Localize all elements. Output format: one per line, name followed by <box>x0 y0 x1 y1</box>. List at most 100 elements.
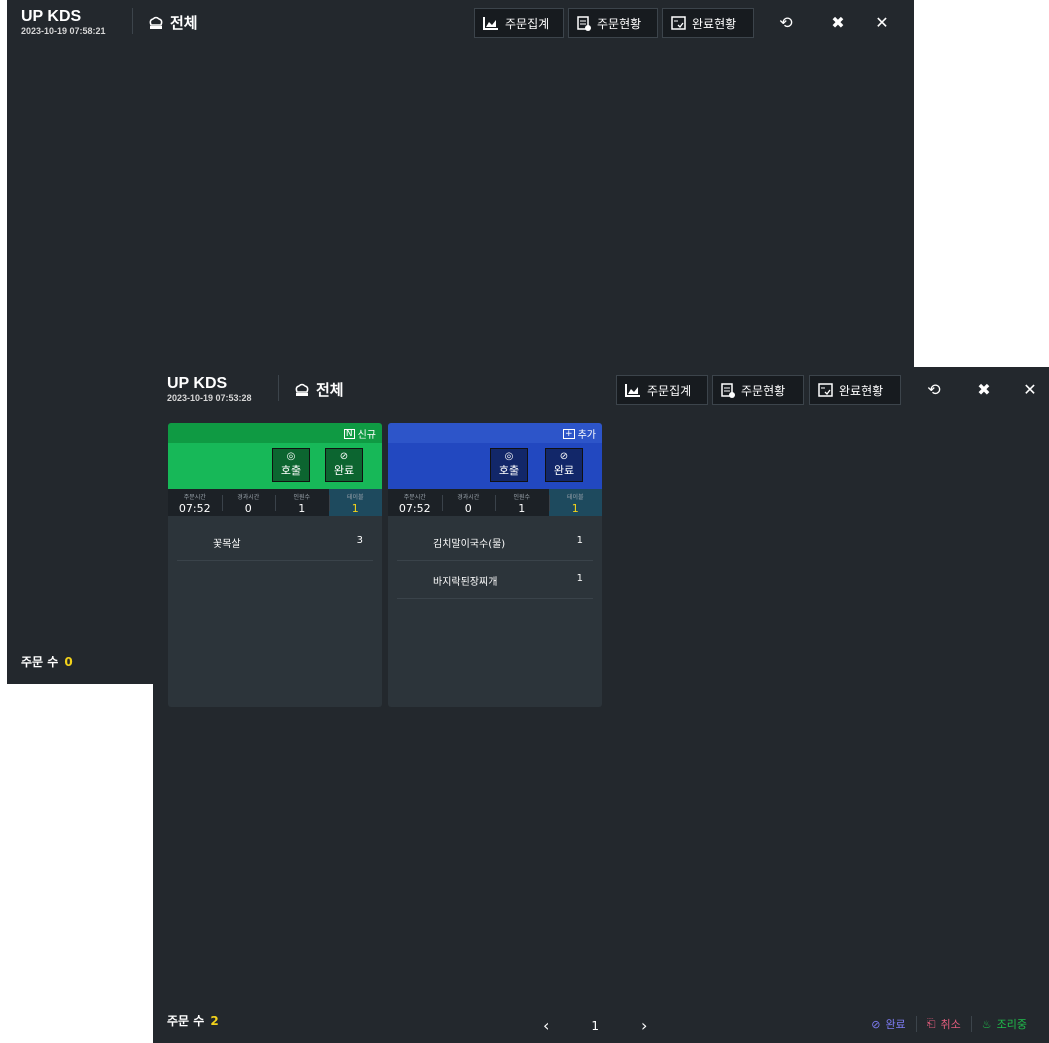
datetime: 2023-10-19 07:58:21 <box>21 26 106 36</box>
footer: 주문 수 2 ‹ 1 › ⊘ 완료 ⎗ 취소 ♨ 조리중 <box>153 1007 1049 1043</box>
order-count-value: 0 <box>64 655 73 669</box>
datetime: 2023-10-19 07:53:28 <box>167 393 252 403</box>
elapsed-time: 경과시간 0 <box>221 489 276 516</box>
order-item[interactable]: 바지락된장찌개 1 <box>397 561 593 599</box>
app-title: UP KDS <box>167 375 228 392</box>
legend-done-label: 완료 <box>885 1018 906 1031</box>
complete-button-label: 완료 <box>553 464 575 477</box>
order-time-label: 주문시간 <box>403 494 426 501</box>
people-count-label: 인원수 <box>293 494 311 501</box>
order-summary-button[interactable]: 주문집계 <box>616 375 708 405</box>
legend-cancel[interactable]: ⎗ 취소 <box>915 1016 971 1032</box>
prev-page-button[interactable]: ‹ <box>543 1016 549 1035</box>
table-number: 테이블 1 <box>548 489 602 516</box>
legend-done[interactable]: ⊘ 완료 <box>861 1016 915 1032</box>
brand: UP KDS 2023-10-19 07:58:21 <box>21 8 106 37</box>
legend-cancel-label: 취소 <box>940 1018 961 1031</box>
legend-cooking[interactable]: ♨ 조리중 <box>970 1016 1037 1032</box>
done-status-button[interactable]: 완료현황 <box>662 8 754 38</box>
elapsed-time-value: 0 <box>244 502 252 515</box>
order-card[interactable]: N 신규 ◎ 호출 ⊘ 완료 주문시간 07:52 경과시간 0 인원수 1 테이블 1… <box>168 423 382 707</box>
complete-button[interactable]: ⊘ 완료 <box>545 448 583 482</box>
order-action-bar: ◎ 호출 ⊘ 완료 <box>388 443 602 489</box>
call-button[interactable]: ◎ 호출 <box>272 448 310 482</box>
order-card[interactable]: + 추가 ◎ 호출 ⊘ 완료 주문시간 07:52 경과시간 0 인원수 1 테이블 1… <box>388 423 602 707</box>
check-circle-icon: ⊘ <box>559 451 569 462</box>
elapsed-time-label: 경과시간 <box>457 494 480 501</box>
elapsed-time-label: 경과시간 <box>237 494 260 501</box>
item-qty: 1 <box>576 535 583 546</box>
table-number-value: 1 <box>571 502 579 515</box>
tools-icon[interactable]: ✖ <box>827 11 849 33</box>
bell-icon: ◎ <box>286 451 296 462</box>
order-count-label: 주문 수 <box>167 1014 205 1028</box>
done-status-button[interactable]: 완료현황 <box>809 375 901 405</box>
checklist-icon <box>818 383 833 397</box>
table-number-label: 테이블 <box>566 494 584 501</box>
header: UP KDS 2023-10-19 07:53:28 전체 주문집계 주문현황 … <box>153 367 1049 417</box>
order-count-label: 주문 수 <box>21 655 59 669</box>
cooking-icon: ♨ <box>981 1017 992 1031</box>
item-name: 김치말이국수(물) <box>433 539 506 550</box>
elapsed-time-value: 0 <box>464 502 472 515</box>
order-tag-label: 신규 <box>357 430 376 441</box>
order-time: 주문시간 07:52 <box>388 489 442 516</box>
status-legend: ⊘ 완료 ⎗ 취소 ♨ 조리중 <box>861 1016 1037 1032</box>
chart-icon <box>625 383 640 397</box>
table-number: 테이블 1 <box>328 489 382 516</box>
order-time: 주문시간 07:52 <box>168 489 222 516</box>
elapsed-time: 경과시간 0 <box>441 489 496 516</box>
order-summary-button[interactable]: 주문집계 <box>474 8 564 38</box>
people-count-label: 인원수 <box>513 494 531 501</box>
order-tag-label: 추가 <box>577 430 596 441</box>
done-status-label: 완료현황 <box>839 383 884 398</box>
tools-icon[interactable]: ✖ <box>973 378 995 400</box>
brand: UP KDS 2023-10-19 07:53:28 <box>167 375 252 404</box>
call-button[interactable]: ◎ 호출 <box>490 448 528 482</box>
cancel-doc-icon: ⎗ <box>926 1017 936 1030</box>
order-status-label: 주문현황 <box>597 16 642 31</box>
header: UP KDS 2023-10-19 07:58:21 전체 주문집계 주문현황 … <box>7 0 914 50</box>
order-tag: N 신규 <box>343 426 376 441</box>
checklist-icon <box>671 16 686 30</box>
order-summary-label: 주문집계 <box>505 16 550 31</box>
order-status-button[interactable]: 주문현황 <box>712 375 804 405</box>
order-info: 주문시간 07:52 경과시간 0 인원수 1 테이블 1 <box>168 489 382 516</box>
station-label: 전체 <box>316 381 344 399</box>
receipt-icon <box>577 15 591 31</box>
chef-icon <box>295 383 309 396</box>
history-icon[interactable]: ⟲ <box>775 11 797 33</box>
complete-button[interactable]: ⊘ 완료 <box>325 448 363 482</box>
history-icon[interactable]: ⟲ <box>923 378 945 400</box>
order-status-button[interactable]: 주문현황 <box>568 8 658 38</box>
order-time-label: 주문시간 <box>183 494 206 501</box>
order-action-bar: ◎ 호출 ⊘ 완료 <box>168 443 382 489</box>
item-name: 바지락된장찌개 <box>433 577 498 588</box>
header-divider <box>278 375 279 401</box>
chef-icon <box>149 16 163 29</box>
table-number-label: 테이블 <box>346 494 364 501</box>
order-count: 주문 수 0 <box>21 653 73 670</box>
item-name: 꽃목살 <box>213 539 241 550</box>
order-item[interactable]: 김치말이국수(물) 1 <box>397 523 593 561</box>
order-count-value: 2 <box>210 1014 219 1028</box>
order-count: 주문 수 2 <box>167 1012 219 1029</box>
app-title: UP KDS <box>21 8 82 25</box>
order-time-value: 07:52 <box>178 502 211 515</box>
item-qty: 3 <box>356 535 363 546</box>
station-label: 전체 <box>170 14 198 32</box>
pagination: ‹ 1 › <box>543 1016 647 1035</box>
header-divider <box>132 8 133 34</box>
table-number-value: 1 <box>351 502 359 515</box>
station-selector[interactable]: 전체 <box>294 379 344 400</box>
order-tag: + 추가 <box>563 426 596 441</box>
check-circle-icon: ⊘ <box>871 1017 881 1031</box>
station-selector[interactable]: 전체 <box>148 12 198 33</box>
order-info: 주문시간 07:52 경과시간 0 인원수 1 테이블 1 <box>388 489 602 516</box>
order-item[interactable]: 꽃목살 3 <box>177 523 373 561</box>
close-icon[interactable]: ✕ <box>871 11 893 33</box>
next-page-button[interactable]: › <box>641 1016 647 1035</box>
call-button-label: 호출 <box>280 464 302 477</box>
done-status-label: 완료현황 <box>692 16 737 31</box>
close-icon[interactable]: ✕ <box>1019 378 1041 400</box>
